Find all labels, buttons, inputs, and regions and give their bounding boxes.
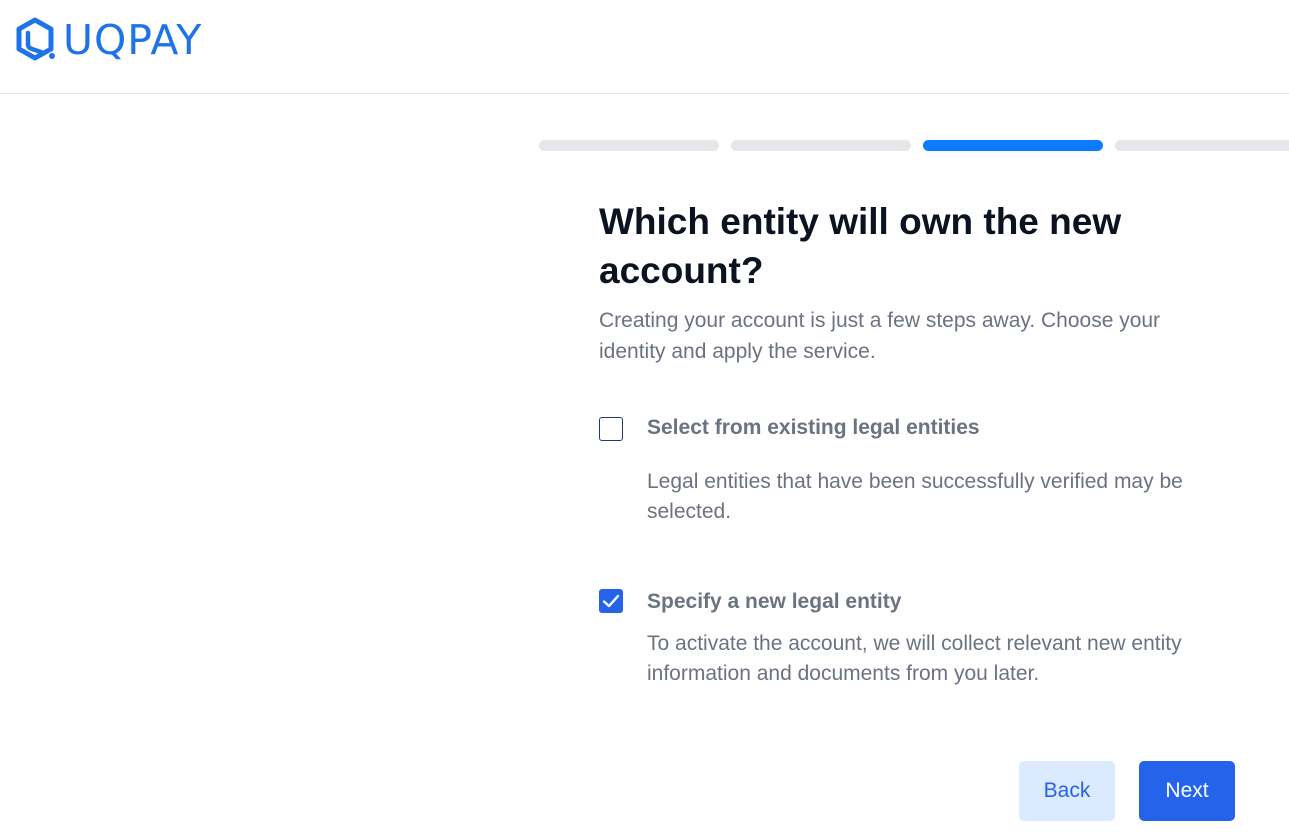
progress-step-1 bbox=[539, 140, 719, 151]
progress-step-2 bbox=[731, 140, 911, 151]
uqpay-logo-icon bbox=[16, 17, 55, 61]
back-button[interactable]: Back bbox=[1019, 761, 1115, 821]
existing-entity-title[interactable]: Select from existing legal entities bbox=[647, 414, 980, 442]
page-title: Which entity will own the new account? bbox=[599, 201, 1122, 291]
brand-logo[interactable]: UQPAY bbox=[11, 16, 202, 64]
existing-entity-description: Legal entities that have been successful… bbox=[647, 470, 1183, 523]
new-entity-title[interactable]: Specify a new legal entity bbox=[647, 588, 901, 616]
new-entity-checkbox[interactable] bbox=[599, 589, 623, 613]
top-header: UQPAY bbox=[0, 0, 1289, 94]
next-button[interactable]: Next bbox=[1139, 761, 1235, 821]
checkmark-icon bbox=[602, 594, 620, 608]
step-progress-bar bbox=[539, 140, 1289, 151]
brand-name: UQPAY bbox=[63, 16, 203, 64]
page-subtitle: Creating your account is just a few step… bbox=[599, 309, 1161, 363]
progress-step-4 bbox=[1115, 140, 1289, 151]
progress-step-3 bbox=[923, 140, 1103, 151]
new-entity-description: To activate the account, we will collect… bbox=[647, 632, 1182, 685]
existing-entity-checkbox[interactable] bbox=[599, 417, 623, 441]
